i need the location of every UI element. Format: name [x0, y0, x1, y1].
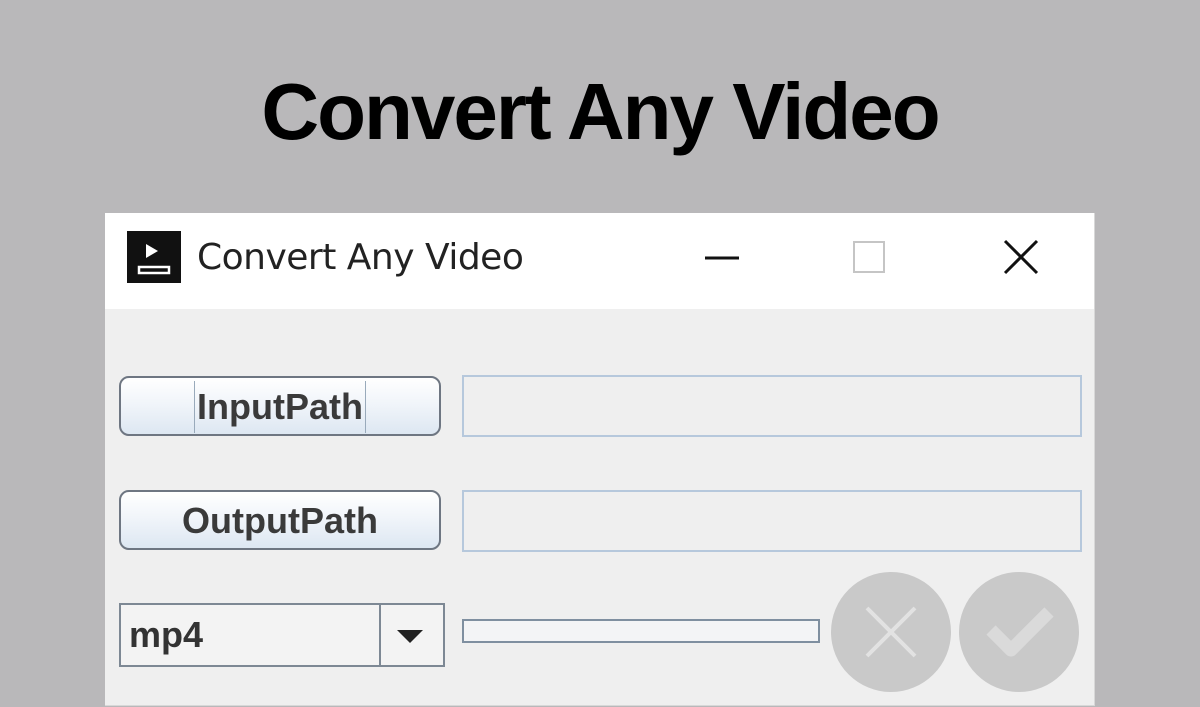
triangle-down-icon	[397, 630, 423, 643]
banner-title: Convert Any Video	[261, 67, 940, 156]
window-title: Convert Any Video	[197, 237, 524, 278]
input-path-button-label: InputPath	[194, 381, 366, 433]
app-window: Convert Any Video InputPath OutputPath m…	[105, 213, 1095, 706]
maximize-icon	[853, 241, 885, 273]
video-converter-icon	[127, 231, 181, 283]
format-select-value: mp4	[129, 614, 204, 655]
format-select[interactable]: mp4	[119, 603, 445, 667]
x-circle-icon[interactable]	[829, 570, 953, 694]
close-icon[interactable]	[999, 235, 1043, 279]
title-bar[interactable]: Convert Any Video	[105, 213, 1094, 309]
input-path-button[interactable]: InputPath	[119, 376, 441, 436]
minimize-icon[interactable]	[701, 235, 745, 279]
dropdown-arrow-button[interactable]	[379, 605, 443, 665]
input-path-field[interactable]	[462, 375, 1082, 437]
output-path-button[interactable]: OutputPath	[119, 490, 441, 550]
conversion-progress-bar	[462, 619, 820, 643]
check-circle-icon[interactable]	[957, 570, 1081, 694]
output-path-field[interactable]	[462, 490, 1082, 552]
